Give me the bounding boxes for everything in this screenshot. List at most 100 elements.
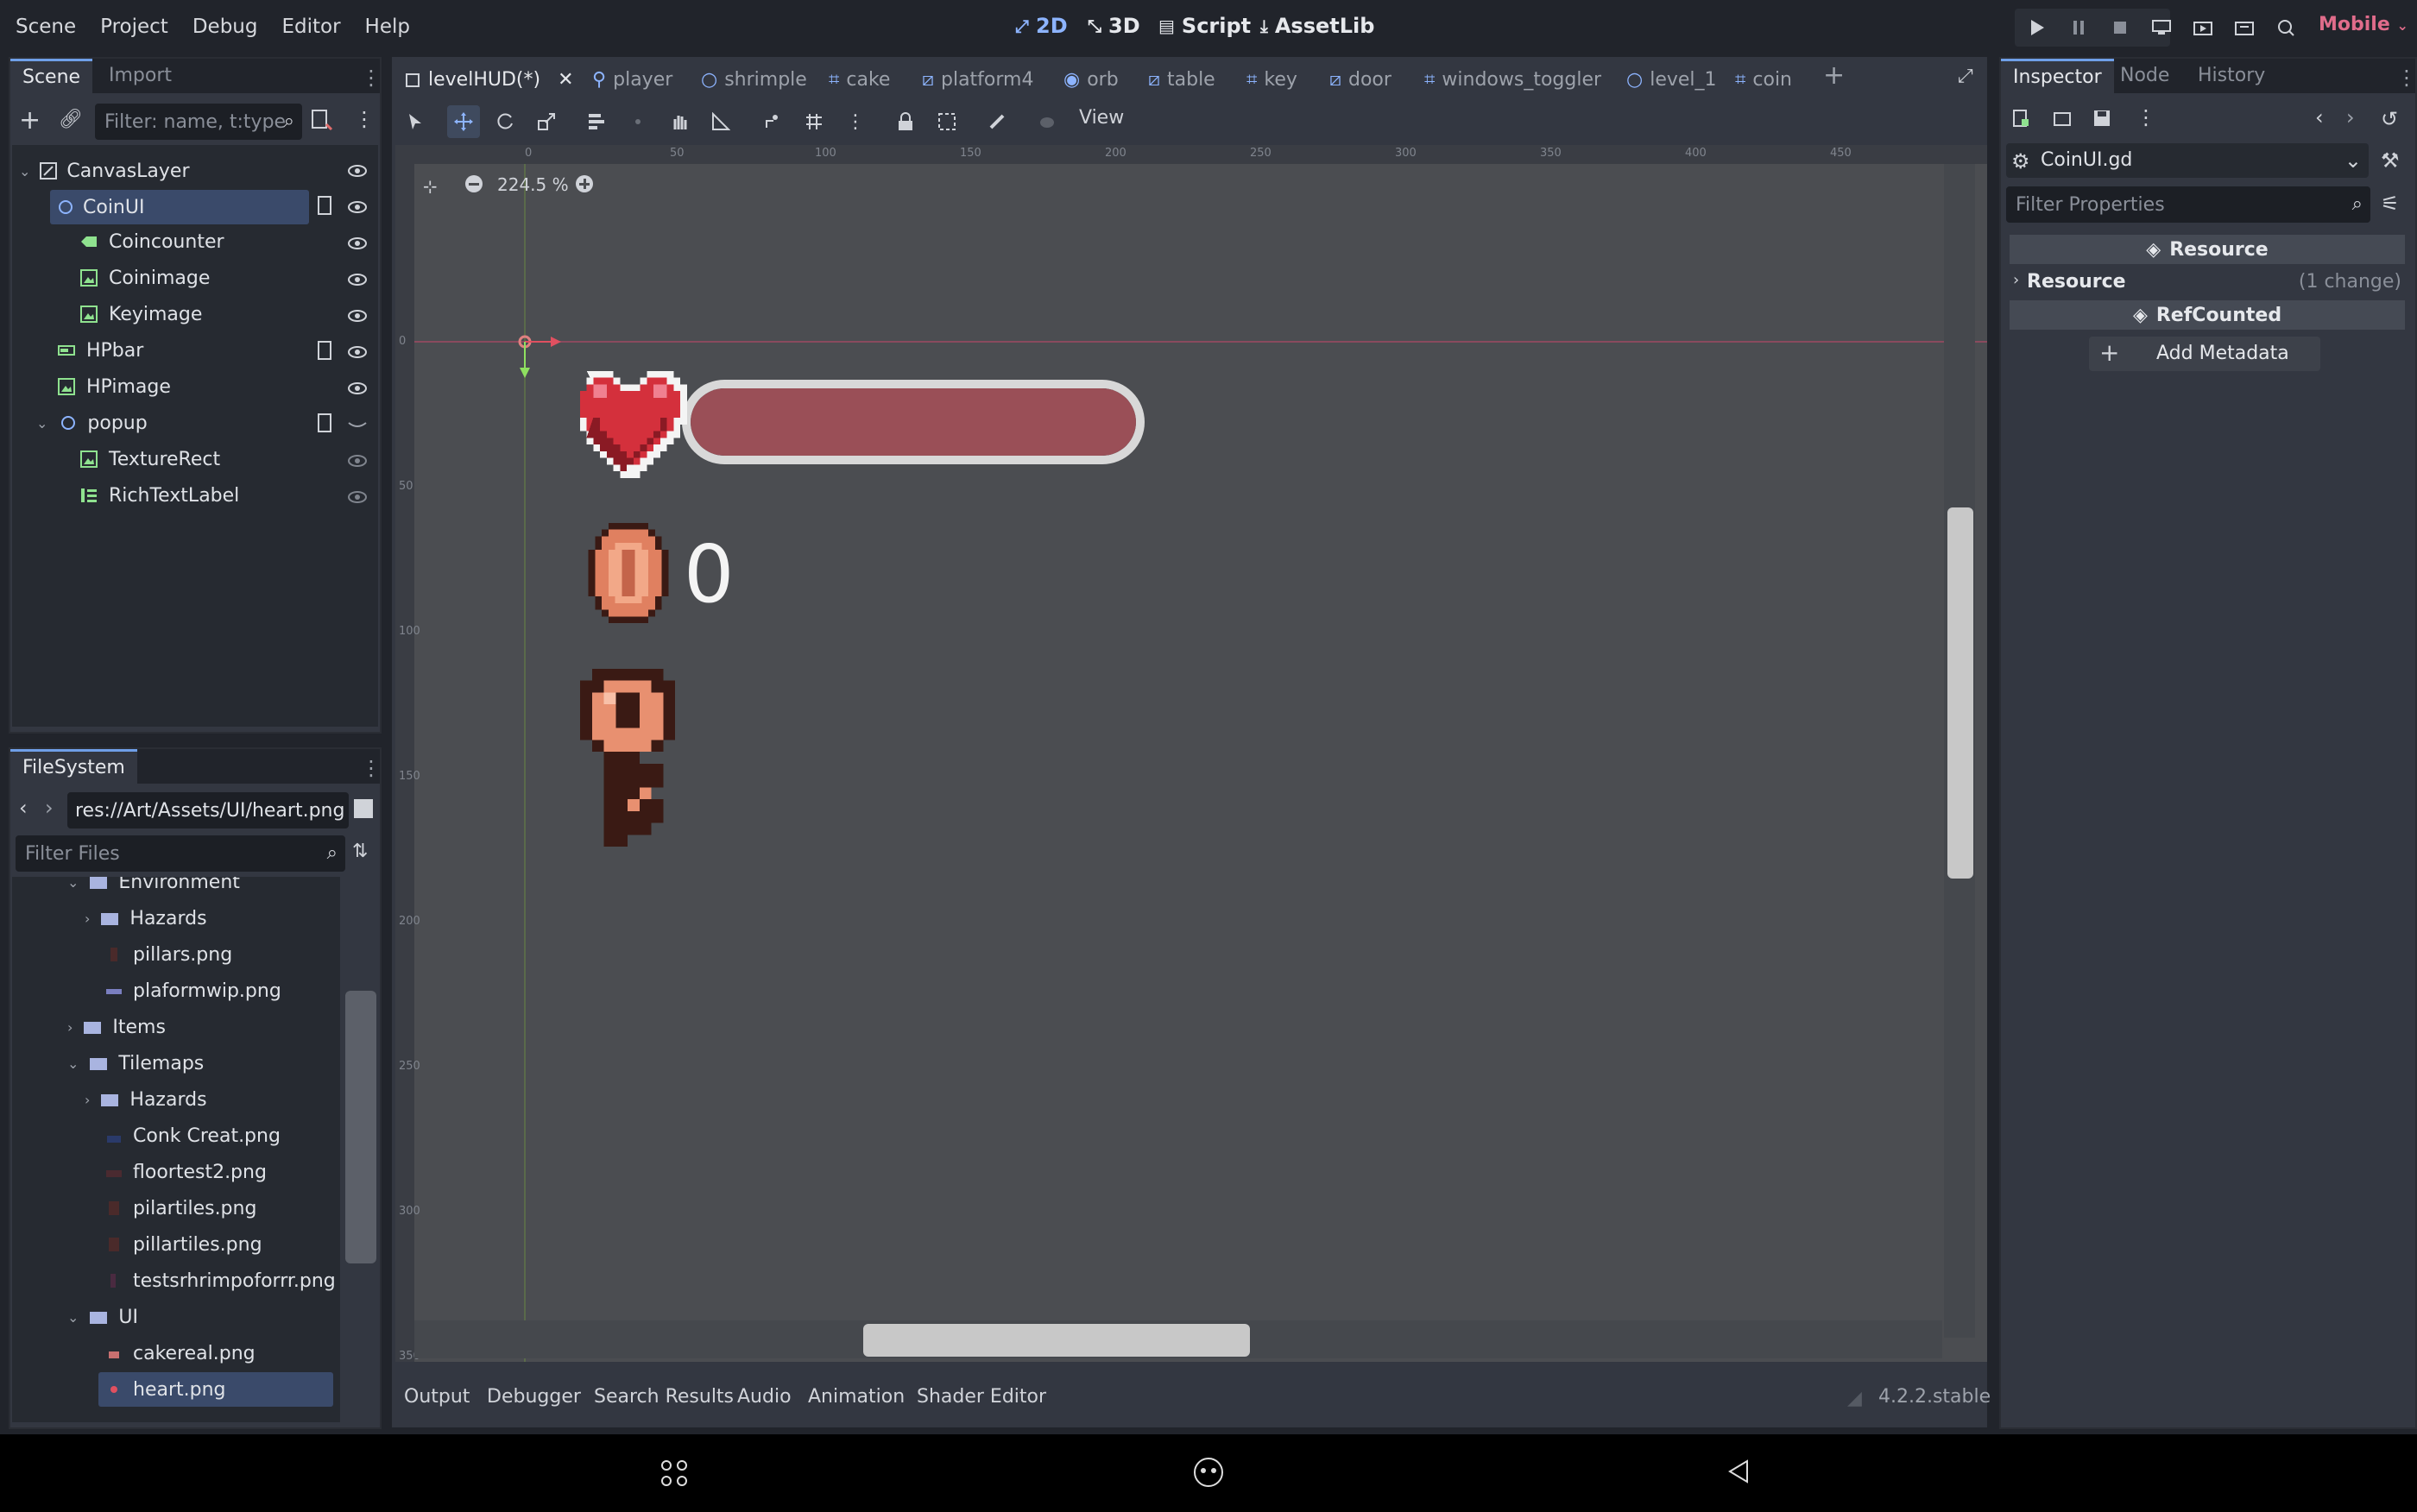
apps-grid-icon[interactable]	[659, 1458, 689, 1488]
stop-icon[interactable]	[2103, 14, 2137, 41]
tab-door[interactable]: ⧄ door	[1329, 62, 1392, 97]
file-item-hazards-2[interactable]: › Hazards	[12, 1082, 340, 1117]
godot-home-icon[interactable]	[1191, 1455, 1226, 1490]
remote-debug-icon[interactable]	[2144, 14, 2179, 41]
zoom-out-icon[interactable]	[464, 174, 483, 193]
close-icon[interactable]: ✕	[558, 69, 573, 91]
tree-item-hpbar[interactable]: HPbar	[47, 333, 357, 368]
view-menu[interactable]: View	[1079, 107, 1124, 129]
history-forward-icon[interactable]: ›	[2346, 105, 2355, 129]
bones-icon[interactable]	[981, 105, 1013, 138]
script-icon[interactable]	[316, 195, 335, 216]
play-scene-icon[interactable]	[2186, 14, 2220, 41]
tab-orb[interactable]: ◉ orb	[1063, 62, 1119, 97]
file-tree-scrollbar-thumb[interactable]	[345, 991, 376, 1263]
file-item-tilemaps[interactable]: ⌄ Tilemaps	[12, 1046, 340, 1080]
sort-icon[interactable]: ⇅	[352, 841, 368, 862]
movie-maker-icon[interactable]	[2269, 14, 2303, 41]
visibility-eye-icon[interactable]	[347, 487, 368, 507]
tree-item-hpimage[interactable]: HPimage	[47, 369, 357, 404]
script-icon[interactable]	[316, 413, 335, 433]
pan-tool-icon[interactable]	[663, 105, 696, 138]
tree-item-coinimage[interactable]: Coinimage	[62, 261, 373, 295]
camera-override-icon[interactable]	[1031, 105, 1063, 138]
bottom-tab-search-results[interactable]: Search Results	[594, 1386, 734, 1408]
zoom-in-icon[interactable]	[575, 174, 594, 193]
group-icon[interactable]	[931, 105, 963, 138]
file-item-pillars[interactable]: pillars.png	[12, 937, 340, 972]
dock-menu-icon[interactable]: ⋮	[361, 66, 382, 90]
smart-snap-icon[interactable]	[756, 105, 789, 138]
split-view-icon[interactable]	[354, 799, 373, 818]
tab-key[interactable]: ⌗ key	[1246, 62, 1297, 97]
file-item-conk-creat[interactable]: Conk Creat.png	[12, 1118, 340, 1153]
file-item-plaformwip[interactable]: plaformwip.png	[12, 973, 340, 1008]
tree-item-canvaslayer[interactable]: ⌄ CanvasLayer	[12, 154, 378, 188]
mode-script-button[interactable]: ▤ Script	[1158, 14, 1251, 38]
tab-inspector[interactable]: Inspector	[2001, 59, 2114, 93]
visibility-eye-icon[interactable]	[347, 378, 368, 399]
center-view-icon[interactable]: ⊹	[423, 176, 438, 197]
visibility-eye-icon[interactable]	[347, 450, 368, 471]
file-item-ui[interactable]: ⌄ UI	[12, 1300, 340, 1334]
select-tool-icon[interactable]	[399, 105, 432, 138]
tree-item-keyimage[interactable]: Keyimage	[62, 297, 373, 331]
tab-windows-toggler[interactable]: ⌗ windows_toggler	[1424, 62, 1601, 97]
tab-platform4[interactable]: ⧄ platform4	[922, 62, 1033, 97]
pause-icon[interactable]	[2061, 14, 2096, 41]
tab-node[interactable]: Node	[2108, 59, 2181, 93]
tab-player[interactable]: ⚲ player	[592, 62, 672, 97]
tab-scene[interactable]: Scene	[10, 59, 93, 93]
add-metadata-button[interactable]: + Add Metadata	[2089, 337, 2320, 371]
chevron-right-icon[interactable]: ›	[45, 796, 54, 820]
file-item-items[interactable]: › Items	[12, 1010, 340, 1044]
list-select-icon[interactable]	[580, 105, 613, 138]
file-item-cakereal[interactable]: cakereal.png	[12, 1336, 340, 1370]
file-item-testsrhrimpoforrr[interactable]: testsrhrimpoforrr.png	[12, 1263, 340, 1298]
path-field[interactable]: res://Art/Assets/UI/heart.png	[67, 792, 349, 828]
snap-options-icon[interactable]: ⋮	[839, 105, 872, 138]
resource-property-group[interactable]: › Resource (1 change)	[2010, 268, 2405, 297]
move-tool-icon[interactable]	[447, 105, 480, 138]
tree-item-coinui[interactable]: CoinUI	[50, 190, 309, 224]
file-item-pillartiles[interactable]: pillartiles.png	[12, 1227, 340, 1262]
visibility-eye-icon[interactable]	[347, 161, 368, 181]
hidden-eye-icon[interactable]	[347, 414, 368, 435]
scene-menu-icon[interactable]: ⋮	[354, 107, 375, 131]
tab-cake[interactable]: ⌗ cake	[829, 62, 890, 97]
tab-history[interactable]: History	[2186, 59, 2277, 93]
visibility-eye-icon[interactable]	[347, 269, 368, 290]
bottom-tab-shader-editor[interactable]: Shader Editor	[917, 1386, 1046, 1408]
add-node-icon[interactable]: +	[19, 105, 41, 135]
bottom-tab-audio[interactable]: Audio	[737, 1386, 792, 1408]
resource-selector[interactable]: ⚙ CoinUI.gd ⌄	[2006, 143, 2369, 178]
file-item-environment[interactable]: ⌄ Environment	[12, 877, 340, 899]
lock-icon[interactable]	[889, 105, 922, 138]
mode-3d-button[interactable]: ⤡ 3D	[1088, 14, 1140, 38]
tab-shrimple[interactable]: ○ shrimple	[701, 62, 807, 97]
vertical-scrollbar-thumb[interactable]	[1947, 507, 1973, 879]
object-history-icon[interactable]: ↺	[2381, 107, 2398, 131]
back-icon[interactable]	[1726, 1458, 1752, 1484]
tab-filesystem[interactable]: FileSystem	[10, 749, 137, 784]
link-icon[interactable]: 🔗︎	[59, 109, 83, 130]
bottom-tab-output[interactable]: Output	[404, 1386, 470, 1408]
visibility-eye-icon[interactable]	[347, 306, 368, 326]
grid-snap-icon[interactable]	[798, 105, 830, 138]
visibility-eye-icon[interactable]	[347, 342, 368, 362]
renderer-selector[interactable]: Mobile ⌄	[2319, 14, 2408, 35]
script-icon[interactable]	[316, 340, 335, 361]
horizontal-scrollbar-thumb[interactable]	[863, 1324, 1250, 1357]
tree-item-popup[interactable]: ⌄ popup	[36, 406, 347, 440]
menu-debug[interactable]: Debug	[180, 0, 270, 54]
tab-coin[interactable]: ⌗ coin	[1735, 62, 1792, 97]
play-custom-scene-icon[interactable]	[2227, 14, 2262, 41]
menu-scene[interactable]: Scene	[3, 0, 88, 54]
bottom-tab-animation[interactable]: Animation	[808, 1386, 905, 1408]
tab-import[interactable]: Import	[97, 59, 184, 93]
attach-script-icon[interactable]	[309, 107, 335, 133]
pivot-tool-icon[interactable]	[622, 105, 654, 138]
visibility-eye-icon[interactable]	[347, 197, 368, 217]
tree-item-richtextlabel[interactable]: RichTextLabel	[62, 478, 373, 513]
viewport[interactable]: 0 50 100 150 200 250 300 350 400 450 0 5…	[395, 145, 1987, 1362]
